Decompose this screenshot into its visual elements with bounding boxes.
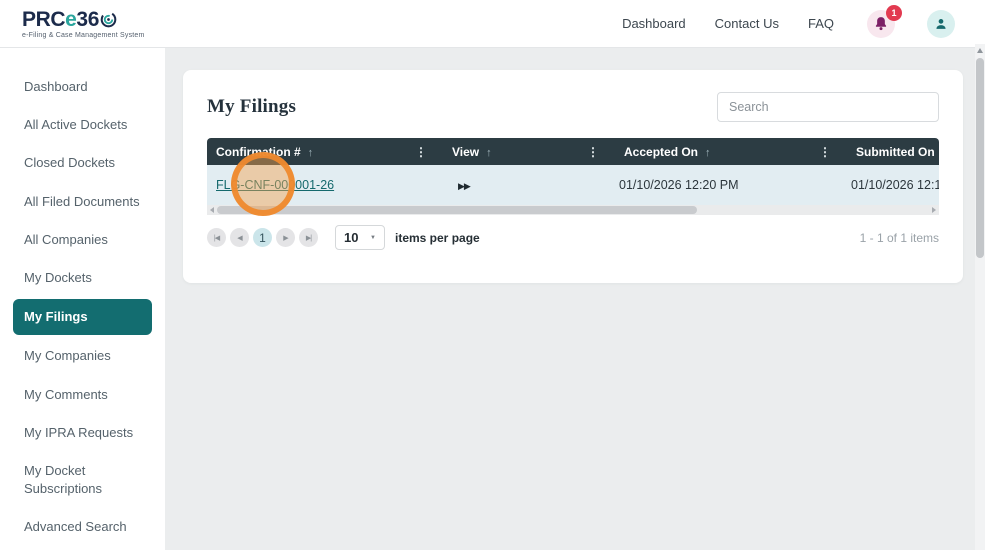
app-logo[interactable]: PRC e 36 e-Filing & Case Management System bbox=[22, 9, 145, 39]
sidebar-item-all-companies[interactable]: All Companies bbox=[0, 221, 165, 259]
column-label: Accepted On bbox=[624, 144, 699, 159]
pager-last-button[interactable]: ▶| bbox=[299, 228, 318, 247]
cell-accepted-on: 01/10/2026 12:20 PM bbox=[608, 165, 840, 205]
table-row: FLG-CNF-000001-26 ▶▶ 01/10/2026 12:20 PM… bbox=[207, 165, 939, 205]
sidebar-item-my-filings[interactable]: My Filings bbox=[13, 299, 152, 336]
sidebar-item-my-companies[interactable]: My Companies bbox=[0, 337, 165, 375]
pager-range-label: 1 - 1 of 1 items bbox=[859, 230, 939, 245]
sidebar-item-my-dockets[interactable]: My Dockets bbox=[0, 259, 165, 297]
pager-first-button[interactable]: |◀ bbox=[207, 228, 226, 247]
logo-tagline: e-Filing & Case Management System bbox=[22, 31, 145, 39]
sidebar: Dashboard All Active Dockets Closed Dock… bbox=[0, 48, 165, 550]
column-menu-icon[interactable]: ⋮ bbox=[819, 145, 831, 159]
table-horizontal-scrollbar[interactable] bbox=[207, 205, 939, 215]
pager-prev-button[interactable]: ◀ bbox=[230, 228, 249, 247]
sort-asc-icon: ↑ bbox=[486, 146, 492, 159]
top-bar: PRC e 36 e-Filing & Case Management System… bbox=[0, 0, 985, 48]
sort-asc-icon: ↑ bbox=[307, 146, 314, 159]
logo-wordmark: PRC e 36 bbox=[22, 9, 145, 30]
sidebar-item-all-active-dockets[interactable]: All Active Dockets bbox=[0, 106, 165, 144]
sidebar-item-my-docket-subscriptions[interactable]: My Docket Subscriptions bbox=[0, 452, 165, 508]
scroll-up-icon[interactable] bbox=[977, 48, 983, 53]
column-label: Confirmation # bbox=[216, 144, 301, 159]
search-input[interactable] bbox=[717, 92, 939, 122]
sidebar-item-dashboard[interactable]: Dashboard bbox=[0, 68, 165, 106]
logo-e: e bbox=[65, 7, 77, 31]
items-per-page-select[interactable]: 10 ▼ bbox=[335, 225, 385, 250]
nav-contact-us[interactable]: Contact Us bbox=[715, 16, 779, 31]
column-label: View bbox=[452, 144, 480, 159]
items-per-page-value: 10 bbox=[344, 230, 359, 245]
notification-badge: 1 bbox=[886, 4, 902, 21]
page-title: My Filings bbox=[207, 96, 297, 117]
column-header-submitted-on[interactable]: Submitted On↑ ⋮ bbox=[840, 138, 939, 165]
filings-table-container: Confirmation # ↑ ⋮ View ↑ ⋮ Accepted On ↑ ⋮… bbox=[207, 138, 939, 205]
my-filings-panel: My Filings Confirmation # ↑ ⋮ View ↑ ⋮ Acc… bbox=[183, 70, 963, 283]
user-icon bbox=[936, 18, 946, 29]
notifications-button[interactable]: 1 bbox=[867, 4, 902, 38]
column-label: Submitted On bbox=[856, 144, 935, 159]
bell-icon bbox=[875, 17, 887, 31]
scroll-right-icon[interactable] bbox=[932, 207, 936, 213]
nav-faq[interactable]: FAQ bbox=[808, 16, 834, 31]
column-header-view[interactable]: View ↑ ⋮ bbox=[436, 138, 608, 165]
column-menu-icon[interactable]: ⋮ bbox=[587, 145, 599, 159]
column-header-accepted-on[interactable]: Accepted On ↑ ⋮ bbox=[608, 138, 840, 165]
cell-view: ▶▶ bbox=[436, 165, 608, 205]
sidebar-item-advanced-search[interactable]: Advanced Search bbox=[0, 508, 165, 546]
column-header-confirmation[interactable]: Confirmation # ↑ ⋮ bbox=[207, 138, 436, 165]
logo-target-icon bbox=[100, 11, 117, 28]
logo-prefix: PRC bbox=[22, 7, 66, 31]
sidebar-item-closed-dockets[interactable]: Closed Dockets bbox=[0, 144, 165, 182]
column-menu-icon[interactable]: ⋮ bbox=[415, 145, 427, 159]
table-header-row: Confirmation # ↑ ⋮ View ↑ ⋮ Accepted On ↑ ⋮… bbox=[207, 138, 939, 165]
cell-submitted-on: 01/10/2026 12:18 PM bbox=[840, 165, 939, 205]
horizontal-scrollbar-thumb[interactable] bbox=[217, 206, 697, 214]
sidebar-item-my-comments[interactable]: My Comments bbox=[0, 376, 165, 414]
sort-asc-icon: ↑ bbox=[705, 146, 711, 159]
confirmation-link[interactable]: FLG-CNF-000001-26 bbox=[216, 178, 334, 192]
items-per-page-label: items per page bbox=[395, 230, 480, 245]
view-fast-forward-icon[interactable]: ▶▶ bbox=[458, 181, 471, 191]
nav-dashboard[interactable]: Dashboard bbox=[622, 16, 686, 31]
pager-page-1-button[interactable]: 1 bbox=[253, 228, 272, 247]
logo-number: 36 bbox=[76, 7, 99, 31]
panel-header: My Filings bbox=[207, 92, 939, 122]
page-vertical-scrollbar[interactable] bbox=[975, 44, 985, 550]
sidebar-item-all-filed-documents[interactable]: All Filed Documents bbox=[0, 183, 165, 221]
top-navigation: Dashboard Contact Us FAQ 1 bbox=[622, 4, 985, 38]
cell-confirmation: FLG-CNF-000001-26 bbox=[207, 165, 436, 205]
user-menu-button[interactable] bbox=[927, 9, 955, 38]
filings-table: Confirmation # ↑ ⋮ View ↑ ⋮ Accepted On ↑ ⋮… bbox=[207, 138, 939, 205]
pagination-bar: |◀ ◀ 1 ▶ ▶| 10 ▼ items per page 1 - 1 of… bbox=[207, 225, 939, 250]
chevron-down-icon: ▼ bbox=[370, 234, 376, 241]
sidebar-item-my-ipra-requests[interactable]: My IPRA Requests bbox=[0, 414, 165, 452]
pager-next-button[interactable]: ▶ bbox=[276, 228, 295, 247]
vertical-scrollbar-thumb[interactable] bbox=[976, 58, 984, 258]
scroll-left-icon[interactable] bbox=[210, 207, 214, 213]
